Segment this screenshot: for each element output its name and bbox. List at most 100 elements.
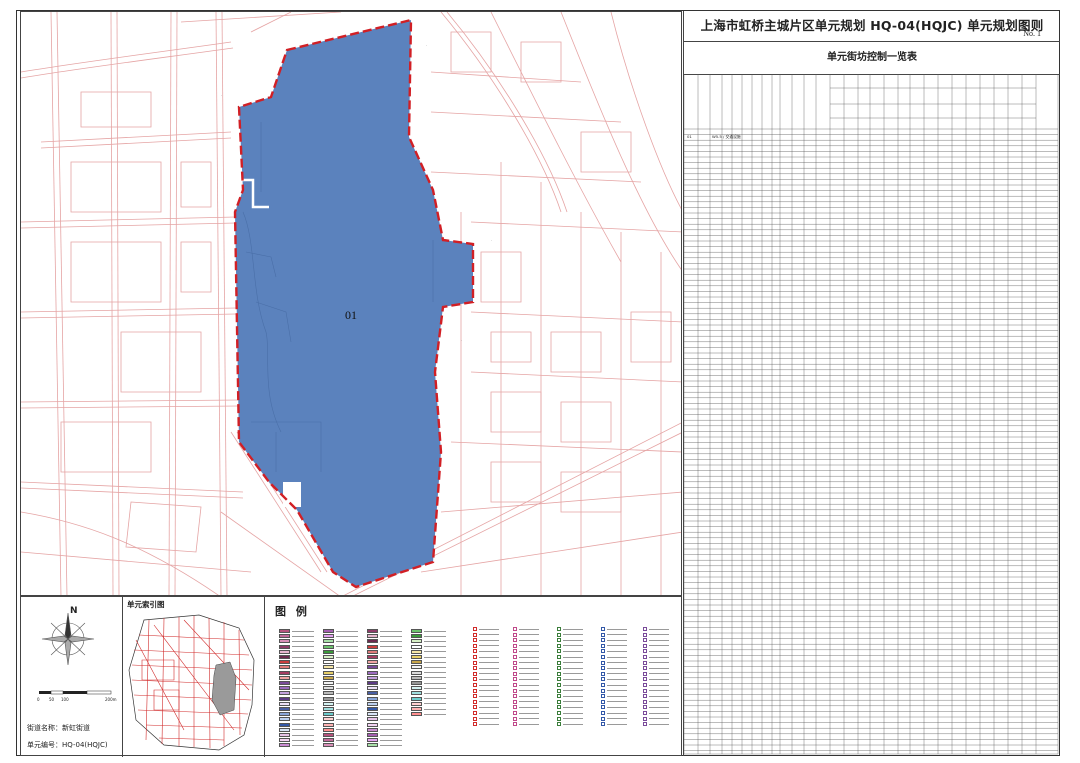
legend-swatch (279, 665, 323, 670)
legend-swatch (323, 681, 367, 685)
legend-symbol-icon (473, 643, 517, 648)
legend-symbol-icon (557, 671, 601, 676)
legend-symbol-icon (557, 722, 601, 727)
legend-symbol-icon (643, 716, 687, 721)
legend-symbol-icon (513, 638, 557, 643)
legend-symbol-icon (557, 632, 601, 637)
legend-symbol-icon (601, 677, 645, 682)
legend-swatch (411, 675, 455, 680)
legend-symbol-icon (473, 677, 517, 682)
svg-text:·: · (491, 239, 492, 243)
legend-symbol-icon (473, 722, 517, 727)
legend-swatch (323, 665, 367, 670)
legend-symbol-icon (473, 632, 517, 637)
legend: 图 例 (265, 597, 683, 757)
legend-symbol-icon (601, 627, 645, 631)
legend-swatch (367, 717, 411, 722)
legend-symbol-icon (557, 688, 601, 693)
legend-symbol-icon (473, 627, 517, 631)
legend-swatch (367, 665, 411, 670)
legend-swatch (279, 660, 323, 665)
legend-title: 图 例 (275, 605, 310, 618)
legend-symbol-icon (473, 688, 517, 693)
legend-symbol-icon (601, 666, 645, 671)
legend-symbol-icon (473, 655, 517, 659)
legend-symbol-icon (513, 671, 557, 676)
legend-swatch (279, 655, 323, 659)
legend-swatch (367, 722, 411, 727)
legend-swatch (279, 701, 323, 706)
legend-symbol-icon (513, 627, 557, 631)
legend-symbol-icon (601, 699, 645, 704)
legend-swatch (323, 701, 367, 706)
sheet-number: No. 1 (1023, 29, 1041, 38)
legend-swatch (411, 701, 455, 706)
legend-swatch (279, 634, 323, 639)
legend-swatch (323, 722, 367, 727)
legend-symbol-icon (601, 638, 645, 643)
legend-swatch (411, 712, 455, 717)
legend-symbol-icon (513, 649, 557, 654)
legend-symbol-icon (643, 632, 687, 637)
legend-symbol-icon (643, 649, 687, 654)
legend-symbol-icon (513, 632, 557, 637)
legend-symbol-icon (557, 716, 601, 721)
legend-swatch (279, 686, 323, 691)
legend-swatch (279, 712, 323, 717)
legend-symbol-icon (513, 655, 557, 659)
row-1-code: 01 (687, 134, 692, 139)
legend-symbol-icon (643, 711, 687, 715)
legend-symbol-icon (557, 677, 601, 682)
legend-symbol-icon (473, 711, 517, 715)
legend-swatch (323, 675, 367, 680)
legend-swatch (367, 738, 411, 743)
table-title: 单元街坊控制一览表 (684, 42, 1060, 75)
legend-swatch (367, 649, 411, 654)
legend-symbol-icon (473, 666, 517, 671)
legend-symbol-icon (601, 705, 645, 710)
legend-symbol-icon (601, 671, 645, 676)
planning-map: · · · · 01 (20, 11, 682, 596)
legend-swatch (323, 707, 367, 711)
legend-symbol-icon (473, 638, 517, 643)
plan-title: 上海市虹桥主城片区单元规划 HQ-04(HQJC) 单元规划图则 (684, 11, 1060, 42)
legend-symbol-icon (513, 705, 557, 710)
legend-swatch (411, 629, 455, 633)
legend-symbol-icon (557, 705, 601, 710)
index-map: 单元索引图 (123, 597, 265, 757)
legend-swatch (411, 660, 455, 665)
legend-swatch (323, 717, 367, 722)
legend-swatch (367, 681, 411, 685)
legend-symbol-icon (643, 660, 687, 665)
legend-symbol-icon (557, 649, 601, 654)
legend-swatch (279, 644, 323, 649)
legend-symbol-icon (473, 705, 517, 710)
legend-symbol-icon (557, 694, 601, 699)
legend-swatch (411, 665, 455, 670)
legend-swatch (279, 743, 323, 748)
legend-swatch (411, 691, 455, 696)
legend-swatch (279, 707, 323, 711)
legend-symbol-icon (513, 699, 557, 704)
svg-text:·: · (461, 339, 462, 343)
legend-swatch (323, 634, 367, 639)
north-label: N (70, 606, 78, 616)
district-number-label: 01 (345, 308, 357, 322)
svg-text:·: · (426, 44, 427, 48)
legend-symbol-icon (557, 683, 601, 687)
legend-swatch (279, 717, 323, 722)
legend-symbol-icon (601, 694, 645, 699)
legend-swatch (367, 686, 411, 691)
index-map-canvas (128, 614, 255, 751)
legend-symbol-icon (643, 683, 687, 687)
legend-symbol-icon (473, 683, 517, 687)
scale-bar: 0 50 100 200m (37, 690, 117, 702)
legend-symbol-icon (473, 671, 517, 676)
legend-swatch (279, 722, 323, 727)
legend-symbol-icon (643, 627, 687, 631)
control-table-grid: 01 W5.5 / 交通设施 (684, 74, 1059, 755)
legend-swatch (411, 649, 455, 654)
legend-swatch (323, 670, 367, 675)
legend-symbol-icon (643, 705, 687, 710)
legend-symbol-icon (513, 660, 557, 665)
